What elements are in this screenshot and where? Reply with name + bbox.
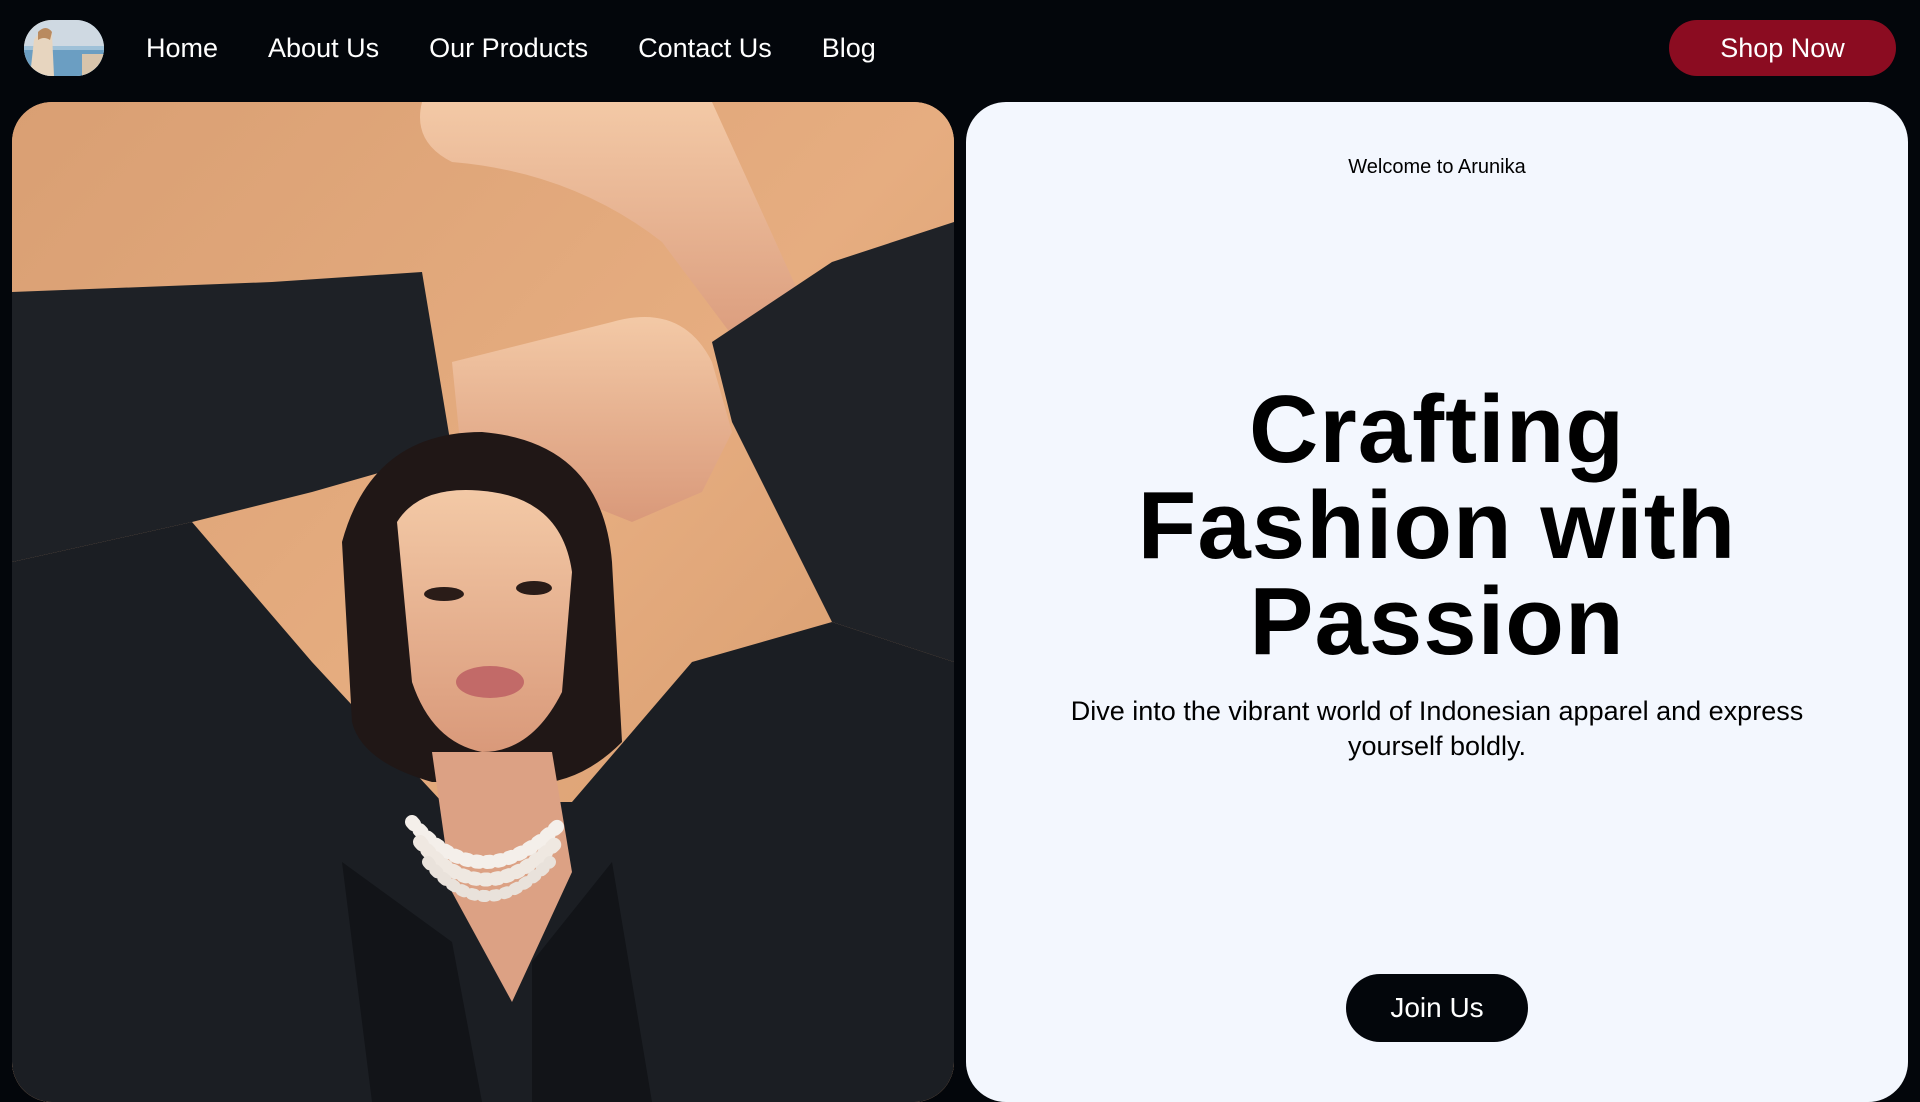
nav-menu: Home About Us Our Products Contact Us Bl… <box>146 0 876 96</box>
nav-blog[interactable]: Blog <box>822 33 876 64</box>
hero-photo <box>12 102 954 1102</box>
nav-our-products[interactable]: Our Products <box>429 33 588 64</box>
shop-now-button[interactable]: Shop Now <box>1669 20 1896 76</box>
fashion-model-photo <box>12 102 954 1102</box>
brand-logo[interactable] <box>24 20 104 76</box>
nav-contact-us[interactable]: Contact Us <box>638 33 772 64</box>
logo-image <box>24 20 104 76</box>
nav-home[interactable]: Home <box>146 33 218 64</box>
hero-panel: Welcome to Arunika Crafting Fashion with… <box>966 102 1908 1102</box>
hero-subtext: Dive into the vibrant world of Indonesia… <box>1070 696 1804 761</box>
welcome-text: Welcome to Arunika <box>1348 156 1526 178</box>
navbar: Home About Us Our Products Contact Us Bl… <box>0 0 1920 96</box>
join-us-button[interactable]: Join Us <box>1346 974 1528 1042</box>
hero-headline: Crafting Fashion with Passion <box>1137 376 1737 675</box>
nav-about-us[interactable]: About Us <box>268 33 379 64</box>
